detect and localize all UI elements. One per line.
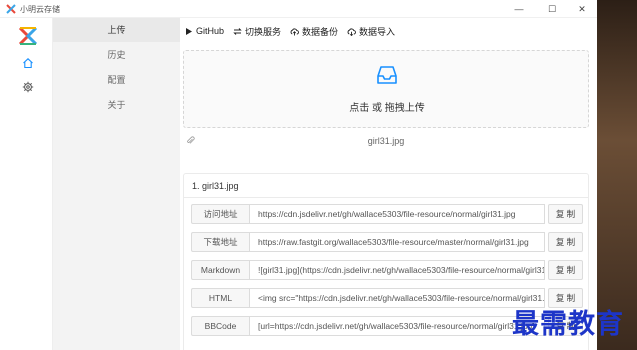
- minimize-button[interactable]: —: [511, 2, 527, 16]
- app-logo-icon: [6, 4, 16, 14]
- link-row-access-url: 访问地址 https://cdn.jsdelivr.net/gh/wallace…: [191, 204, 583, 224]
- link-row-download-url: 下载地址 https://raw.fastgit.org/wallace5303…: [191, 232, 583, 252]
- results-title: 1. girl31.jpg: [184, 174, 588, 198]
- backup-label: 数据备份: [302, 26, 339, 37]
- backup-button[interactable]: 数据备份: [290, 25, 338, 38]
- inbox-icon: [377, 66, 397, 84]
- link-value-input[interactable]: <img src="https://cdn.jsdelivr.net/gh/wa…: [249, 288, 545, 308]
- home-icon[interactable]: [22, 57, 34, 69]
- submenu-item-history[interactable]: 历史: [53, 43, 180, 67]
- icon-rail: [0, 18, 53, 350]
- toolbar: GitHub 切换服务 数据备份 数据导入: [184, 24, 395, 38]
- app-logo-icon: [18, 26, 38, 46]
- submenu-item-settings[interactable]: 配置: [53, 68, 180, 92]
- submenu-item-about[interactable]: 关于: [53, 93, 180, 117]
- submenu-item-upload[interactable]: 上传: [53, 18, 180, 42]
- link-row-markdown: Markdown ![girl31.jpg](https://cdn.jsdel…: [191, 260, 583, 280]
- link-label: HTML: [191, 288, 249, 308]
- link-value-input[interactable]: https://raw.fastgit.org/wallace5303/file…: [249, 232, 545, 252]
- link-value-input[interactable]: ![girl31.jpg](https://cdn.jsdelivr.net/g…: [249, 260, 545, 280]
- maximize-button[interactable]: ☐: [544, 2, 560, 16]
- dropzone-text: 点击 或 拖拽上传: [349, 103, 425, 114]
- window-title: 小明云存储: [20, 5, 60, 14]
- copy-button[interactable]: 复 制: [548, 260, 583, 280]
- link-label: Markdown: [191, 260, 249, 280]
- import-label: 数据导入: [359, 26, 396, 37]
- switch-service-label: 切换服务: [245, 26, 282, 37]
- gear-icon[interactable]: [22, 81, 34, 93]
- watermark-text: 最需教育: [512, 309, 624, 340]
- switch-service-button[interactable]: 切换服务: [233, 25, 281, 38]
- play-icon: [186, 27, 192, 35]
- link-value-input[interactable]: [url=https://cdn.jsdelivr.net/gh/wallace…: [249, 316, 545, 336]
- uploaded-file-item[interactable]: girl31.jpg: [183, 133, 589, 149]
- copy-button[interactable]: 复 制: [548, 204, 583, 224]
- desktop-background: [597, 0, 637, 350]
- link-label: 访问地址: [191, 204, 249, 224]
- main-content: GitHub 切换服务 数据备份 数据导入 点击 或 拖拽上传 girl31.j…: [180, 18, 597, 350]
- github-button[interactable]: GitHub: [184, 26, 224, 36]
- cloud-download-icon: [347, 27, 356, 36]
- title-bar: 小明云存储 — ☐ ✕: [0, 0, 597, 18]
- github-label: GitHub: [196, 26, 225, 36]
- cloud-upload-icon: [290, 27, 299, 35]
- sub-menu: 上传 历史 配置 关于: [53, 18, 180, 350]
- copy-button[interactable]: 复 制: [548, 232, 583, 252]
- link-label: 下载地址: [191, 232, 249, 252]
- uploaded-file-name: girl31.jpg: [367, 136, 405, 146]
- upload-dropzone[interactable]: 点击 或 拖拽上传: [183, 50, 589, 128]
- close-button[interactable]: ✕: [574, 2, 590, 16]
- link-value-input[interactable]: https://cdn.jsdelivr.net/gh/wallace5303/…: [249, 204, 545, 224]
- swap-icon: [233, 27, 242, 35]
- link-label: BBCode: [191, 316, 249, 336]
- app-window: 小明云存储 — ☐ ✕ 上传 历史 配置 关于 GitHub 切换服务 数据备份…: [0, 0, 597, 350]
- import-button[interactable]: 数据导入: [347, 25, 395, 38]
